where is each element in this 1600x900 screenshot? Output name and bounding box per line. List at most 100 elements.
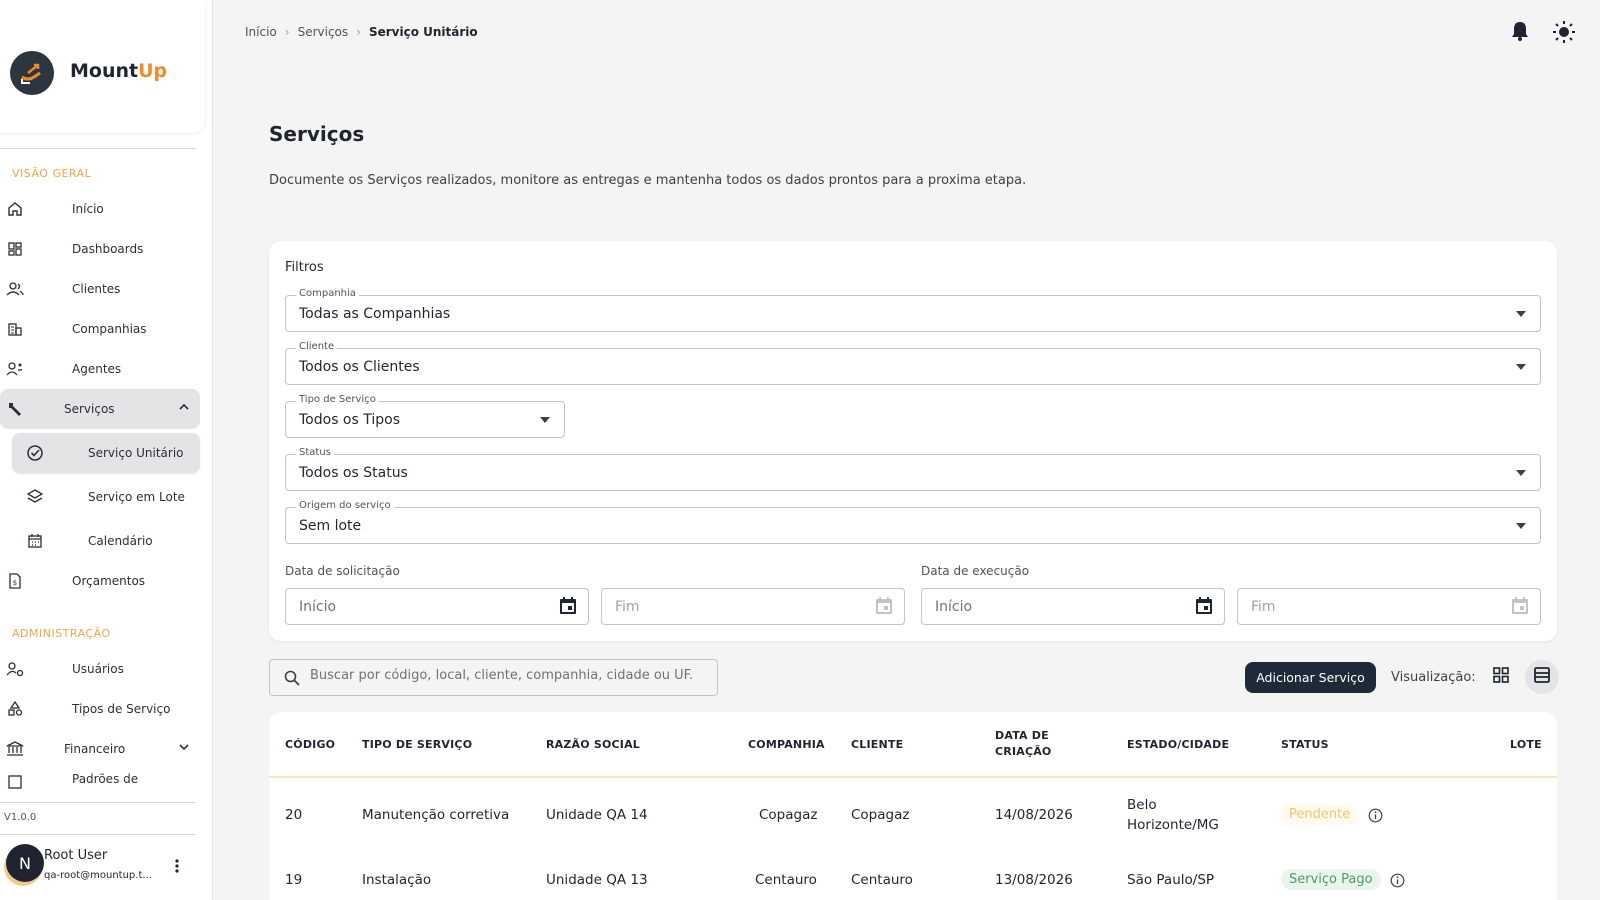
- sidebar-item-padroes[interactable]: Padrões de: [0, 769, 200, 791]
- origin-label: Origem do serviço: [296, 500, 394, 511]
- home-icon: [5, 199, 25, 219]
- status-badge: Serviço Pago: [1281, 869, 1381, 890]
- sidebar-item-usuarios[interactable]: Usuários: [0, 649, 200, 689]
- breadcrumb: Início › Serviços › Serviço Unitário: [245, 25, 478, 39]
- sidebar-item-dashboards[interactable]: Dashboards: [0, 229, 200, 269]
- table-header: CÓDIGO TIPO DE SERVIÇO RAZÃO SOCIAL COMP…: [269, 712, 1557, 778]
- company-select[interactable]: Companhia Todas as Companhias: [285, 288, 1541, 332]
- list-view-button[interactable]: [1525, 660, 1559, 694]
- clients-icon: [5, 279, 25, 299]
- request-date-end-placeholder: Fim: [615, 599, 640, 615]
- svg-text:$: $: [13, 579, 17, 587]
- request-date-end[interactable]: Fim: [601, 588, 905, 625]
- chevron-down-icon: [178, 741, 190, 756]
- header-type[interactable]: TIPO DE SERVIÇO: [362, 737, 472, 753]
- breadcrumb-section[interactable]: Serviços: [298, 25, 349, 39]
- cell-company-name: Unidade QA 14: [546, 807, 648, 823]
- sidebar-item-tipos-de-servico[interactable]: Tipos de Serviço: [0, 689, 200, 729]
- users-gear-icon: [5, 659, 25, 679]
- header-status[interactable]: STATUS: [1281, 737, 1329, 753]
- dropdown-arrow-icon: [1516, 311, 1526, 317]
- cell-created: 13/08/2026: [995, 872, 1073, 888]
- header-company[interactable]: COMPANHIA: [748, 737, 825, 753]
- user-profile[interactable]: N Root User qa-root@mountup.t...: [0, 840, 200, 890]
- calendar-icon[interactable]: [1194, 596, 1214, 620]
- standards-icon: [5, 771, 25, 791]
- sidebar-item-label: Companhias: [72, 322, 147, 336]
- brand-header: MountUp: [0, 0, 205, 133]
- calendar-icon[interactable]: [874, 596, 894, 620]
- building-icon: [5, 319, 25, 339]
- request-date-label: Data de solicitação: [285, 564, 400, 578]
- brand-name: MountUp: [70, 60, 167, 82]
- service-type-label: Tipo de Serviço: [296, 394, 379, 405]
- request-date-start[interactable]: Início: [285, 588, 589, 625]
- chevron-right-icon: ›: [284, 25, 290, 39]
- calendar-icon[interactable]: [1510, 596, 1530, 620]
- sidebar-item-label: Início: [72, 202, 104, 216]
- sidebar-item-companhias[interactable]: Companhias: [0, 309, 200, 349]
- sidebar-item-inicio[interactable]: Início: [0, 189, 200, 229]
- breadcrumb-home[interactable]: Início: [245, 25, 277, 39]
- section-admin: ADMINISTRAÇÃO: [12, 627, 111, 640]
- header-company-name[interactable]: RAZÃO SOCIAL: [546, 737, 640, 753]
- status-select[interactable]: Status Todos os Status: [285, 447, 1541, 491]
- sidebar-item-label: Financeiro: [64, 742, 126, 756]
- header-code[interactable]: CÓDIGO: [285, 737, 335, 753]
- execution-date-start-placeholder: Início: [935, 599, 973, 615]
- info-icon[interactable]: [1368, 808, 1383, 827]
- cell-company: Centauro: [755, 872, 817, 888]
- add-service-button[interactable]: Adicionar Serviço: [1245, 662, 1376, 693]
- divider: [0, 148, 196, 149]
- header-state-city[interactable]: ESTADO/CIDADE: [1127, 737, 1229, 753]
- company-label: Companhia: [296, 288, 359, 299]
- user-name: Root User: [44, 848, 108, 863]
- sidebar-item-clientes[interactable]: Clientes: [0, 269, 200, 309]
- search-input[interactable]: [310, 668, 710, 683]
- origin-value: Sem lote: [299, 518, 362, 534]
- sidebar-item-agentes[interactable]: Agentes: [0, 349, 200, 389]
- info-icon[interactable]: [1390, 873, 1405, 892]
- service-type-value: Todos os Tipos: [299, 412, 401, 428]
- header-client[interactable]: CLIENTE: [851, 737, 903, 753]
- header-created-line1: DATA DE: [995, 729, 1049, 742]
- header-batch[interactable]: LOTE: [1510, 737, 1542, 753]
- origin-select[interactable]: Origem do serviço Sem lote: [285, 500, 1541, 544]
- chevron-right-icon: ›: [356, 25, 361, 39]
- dropdown-arrow-icon: [1516, 364, 1526, 370]
- execution-date-end[interactable]: Fim: [1237, 588, 1541, 625]
- grid-view-icon[interactable]: [1492, 666, 1510, 688]
- sidebar-item-calendario[interactable]: Calendário: [12, 521, 200, 561]
- header-created[interactable]: DATA DE CRIAÇÃO: [995, 728, 1052, 760]
- search-box: [269, 659, 718, 696]
- cell-state-city-line2: Horizonte/MG: [1127, 817, 1219, 833]
- sidebar-item-servico-unitario[interactable]: Serviço Unitário: [12, 433, 200, 473]
- view-label: Visualização:: [1391, 670, 1476, 685]
- more-vertical-icon[interactable]: [174, 858, 180, 878]
- brand-name-b: Up: [138, 60, 168, 82]
- execution-date-start[interactable]: Início: [921, 588, 1225, 625]
- theme-sun-icon[interactable]: [1552, 20, 1576, 48]
- sidebar-item-financeiro[interactable]: Financeiro: [0, 729, 200, 769]
- top-actions: [1510, 20, 1576, 48]
- wrench-icon: [5, 399, 25, 419]
- service-type-select[interactable]: Tipo de Serviço Todos os Tipos: [285, 394, 565, 438]
- cell-created: 14/08/2026: [995, 807, 1073, 823]
- sidebar-item-servicos[interactable]: Serviços: [0, 389, 200, 429]
- section-overview: VISÃO GERAL: [12, 167, 92, 180]
- cell-type: Manutenção corretiva: [362, 807, 510, 823]
- status-label: Status: [296, 447, 334, 458]
- layers-icon: [25, 487, 45, 507]
- sidebar-item-label: Padrões de: [72, 772, 139, 786]
- sidebar-item-servico-em-lote[interactable]: Serviço em Lote: [12, 477, 200, 517]
- client-select[interactable]: Cliente Todos os Clientes: [285, 341, 1541, 385]
- dropdown-arrow-icon: [540, 417, 550, 423]
- status-value: Todos os Status: [299, 465, 408, 481]
- calendar-icon[interactable]: [558, 596, 578, 620]
- sidebar: MountUp VISÃO GERAL Início Dashboards Cl…: [0, 0, 213, 900]
- user-email: qa-root@mountup.t...: [44, 870, 152, 881]
- bell-icon[interactable]: [1510, 20, 1530, 48]
- logo-icon: [10, 51, 54, 95]
- sidebar-item-orcamentos[interactable]: $ Orçamentos: [0, 561, 200, 601]
- company-value: Todas as Companhias: [299, 306, 451, 322]
